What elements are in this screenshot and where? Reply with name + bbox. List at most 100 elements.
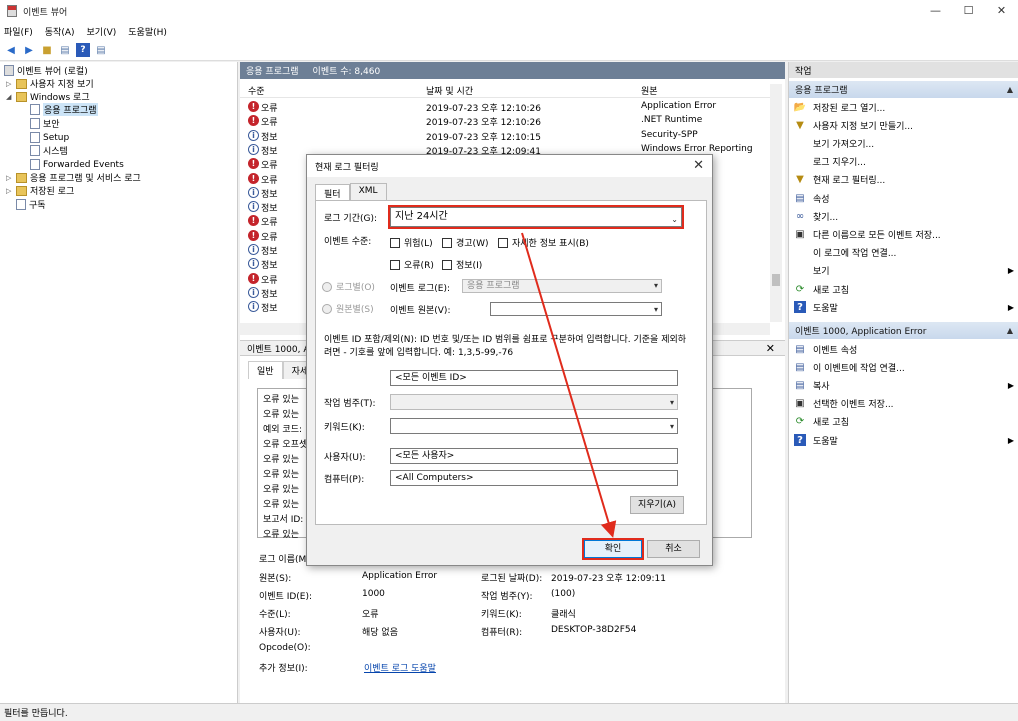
collapse-caret-icon[interactable]: ▲ [1007,326,1013,335]
tree-windows-logs[interactable]: ◢ Windows 로그 [6,90,90,103]
cell-level: 정보 [261,132,278,143]
action-item[interactable]: ▤ 복사 ▶ [794,376,1016,394]
back-arrow-icon[interactable]: ◀ [4,43,18,57]
user-input[interactable]: <모든 사용자> [390,448,678,464]
column-source[interactable]: 원본 [641,84,658,97]
close-icon[interactable]: ✕ [693,158,704,173]
action-item[interactable]: ▣ 선택한 이벤트 저장... [794,395,1016,413]
action-item[interactable]: ∞ 찾기... [794,207,1016,225]
info-icon: i [248,286,259,298]
actions-title: 작업 [789,62,1018,78]
tree-log-setup[interactable]: Setup [30,131,69,144]
window-title: 이벤트 뷰어 [23,7,68,18]
action-item[interactable]: ▼ 현재 로그 필터링... [794,171,1016,189]
action-item[interactable]: 이 로그에 작업 연결... [794,244,1016,262]
action-label: 다른 이름으로 모든 이벤트 저장... [813,230,941,241]
warning-checkbox[interactable]: 경고(W) [442,236,488,249]
action-item[interactable]: ? 도움말 ▶ [794,431,1016,449]
folder-icon [16,91,27,102]
event-log-help-link[interactable]: 이벤트 로그 도움말 [364,661,436,674]
tree-subscriptions[interactable]: 구독 [16,198,46,211]
scroll-thumb[interactable] [772,274,780,286]
action-label: 선택한 이벤트 저장... [813,400,894,411]
menu-view[interactable]: 보기(V) [87,25,117,38]
tree-log-system[interactable]: 시스템 [30,144,68,157]
action-item[interactable]: ▤ 이 이벤트에 작업 연결... [794,358,1016,376]
tab-general[interactable]: 일반 [248,361,283,379]
computer-label: 컴퓨터(R): [481,628,523,638]
computer-input[interactable]: <All Computers> [390,470,678,486]
tab-xml[interactable]: XML [349,183,387,201]
tree-apps-services[interactable]: ▷ 응용 프로그램 및 서비스 로그 [6,171,141,184]
close-icon[interactable]: ✕ [766,342,775,355]
show-hide-tree-icon[interactable]: ▤ [58,43,72,57]
actions-section-event[interactable]: 이벤트 1000, Application Error ▲ [789,322,1018,339]
event-logs-select[interactable]: 응용 프로그램 ▾ [462,279,662,293]
event-sources-select[interactable]: ▾ [490,302,662,316]
cell-level: 오류 [261,104,278,114]
task-label: 작업 범주(T): [324,399,376,409]
minimize-icon[interactable]: — [919,0,952,22]
action-item[interactable]: 보기 가져오기... [794,134,1016,152]
show-hide-action-icon[interactable]: ▤ [94,43,108,57]
table-row[interactable]: ! 오류 2019-07-23 오후 12:10:26 Application Err… [240,100,770,114]
chevron-down-icon: ▾ [653,281,658,290]
table-row[interactable]: i 정보 2019-07-23 오후 12:10:15 Security-SPP [240,129,770,143]
action-item[interactable]: ⟳ 새로 고침 [794,413,1016,431]
log-icon [30,132,40,143]
collapse-caret-icon[interactable]: ▲ [1007,85,1013,94]
table-row[interactable]: ! 오류 2019-07-23 오후 12:10:26 .NET Runtime [240,114,770,128]
tree-log-forwarded[interactable]: Forwarded Events [30,158,124,171]
logged-label: 로그된 날짜(D): [481,574,543,584]
column-level[interactable]: 수준 [248,84,265,97]
action-item[interactable]: ▤ 이벤트 속성 [794,340,1016,358]
action-label: 저장된 로그 열기... [813,103,886,114]
column-date[interactable]: 날짜 및 시간 [426,84,473,97]
tree-saved-logs[interactable]: ▷ 저장된 로그 [6,184,74,197]
detail-line: 오류 있는 [263,395,299,405]
action-item[interactable]: ▤ 속성 [794,189,1016,207]
by-log-radio[interactable]: 로그별(O) [322,280,375,293]
expand-icon[interactable]: ▷ [6,187,16,195]
action-label: 복사 [813,381,830,392]
action-item[interactable]: 📂 저장된 로그 열기... [794,98,1016,116]
action-item[interactable]: ▼ 사용자 지정 보기 만들기... [794,116,1016,134]
information-checkbox[interactable]: 정보(I) [442,258,482,271]
critical-checkbox[interactable]: 위험(L) [390,236,433,249]
menu-file[interactable]: 파일(F) [4,25,33,38]
menu-action[interactable]: 동작(A) [45,25,75,38]
tree-log-security[interactable]: 보안 [30,117,60,130]
close-icon[interactable]: ✕ [985,0,1018,22]
filter-dialog: 현재 로그 필터링 ✕ 필터 XML 로그 기간(G): 지난 24시간 ⌄ 이… [306,154,713,566]
by-source-radio[interactable]: 원본별(S) [322,302,374,315]
tree-custom-views[interactable]: ▷ 사용자 지정 보기 [6,77,94,90]
actions-section-log[interactable]: 응용 프로그램 ▲ [789,81,1018,98]
event-id-input[interactable]: <모든 이벤트 ID> [390,370,678,386]
tree-log-application[interactable]: 응용 프로그램 [30,103,98,116]
tree-root[interactable]: 이벤트 뷰어 (로컬) [4,64,88,77]
cell-level: 오류 [261,118,278,129]
action-item[interactable]: 보기 ▶ [794,262,1016,280]
help-icon[interactable]: ? [76,43,90,57]
action-item[interactable]: ▣ 다른 이름으로 모든 이벤트 저장... [794,225,1016,243]
highlight-box [388,205,684,229]
action-item[interactable]: 로그 지우기... [794,153,1016,171]
action-item[interactable]: ? 도움말 ▶ [794,298,1016,316]
action-item[interactable]: ⟳ 새로 고침 [794,280,1016,298]
maximize-icon[interactable]: ☐ [952,0,985,22]
up-folder-icon[interactable]: ■ [40,43,54,57]
list-scrollbar[interactable] [770,84,782,322]
keywords-select[interactable]: ▾ [390,418,678,434]
cell-level: 오류 [261,175,278,186]
cancel-button[interactable]: 취소 [647,540,700,558]
verbose-checkbox[interactable]: 자세한 정보 표시(B) [498,236,589,249]
expand-icon[interactable]: ▷ [6,174,16,182]
forward-arrow-icon[interactable]: ▶ [22,43,36,57]
expand-icon[interactable]: ▷ [6,80,16,88]
menu-help[interactable]: 도움말(H) [128,25,167,38]
collapse-icon[interactable]: ◢ [6,93,16,101]
refresh-icon: ⟳ [795,416,805,428]
task-category-select[interactable]: ▾ [390,394,678,410]
error-checkbox[interactable]: 오류(R) [390,258,434,271]
clear-button[interactable]: 지우기(A) [630,496,684,514]
